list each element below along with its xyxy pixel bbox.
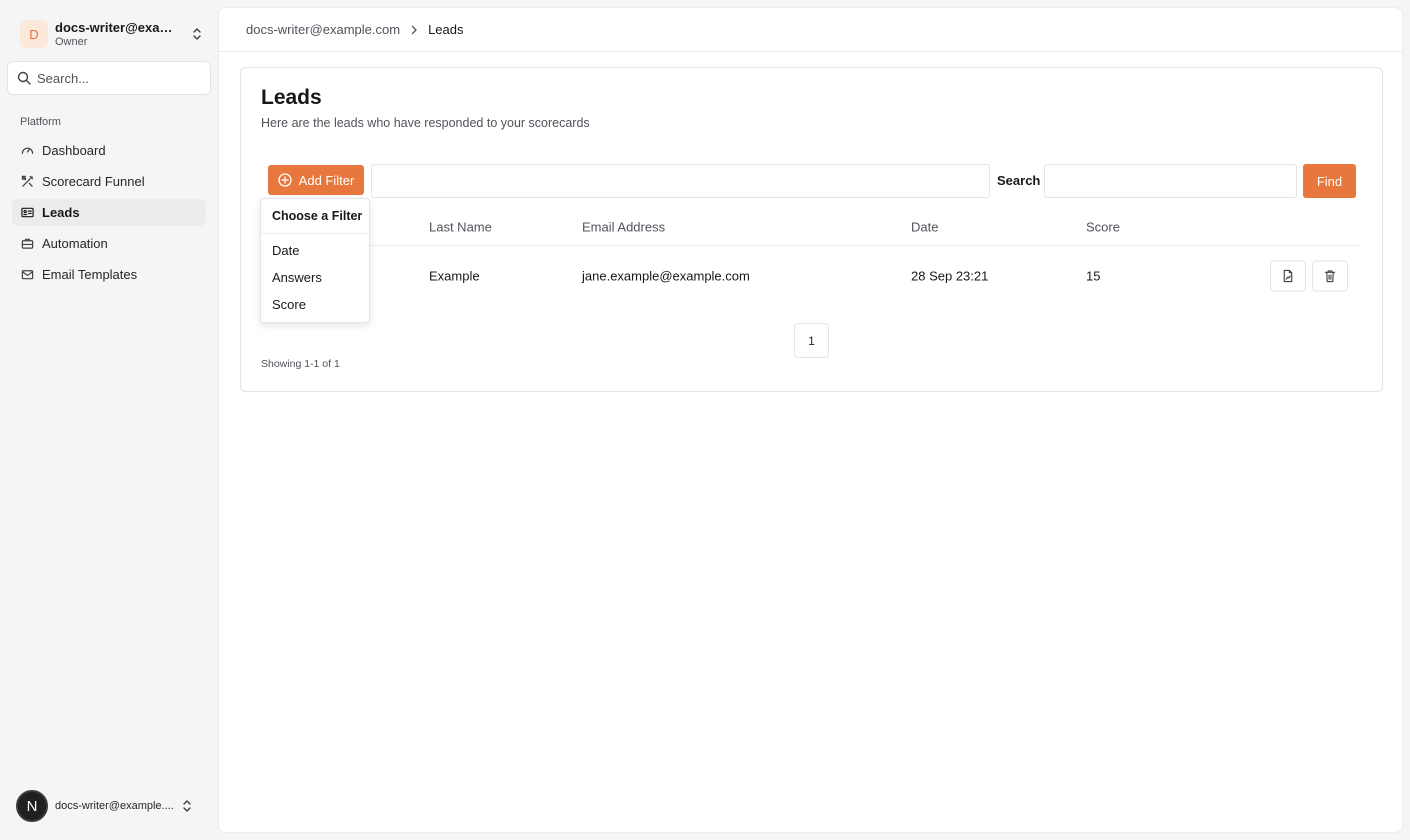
- find-button[interactable]: Find: [1303, 164, 1356, 198]
- filter-option-answers[interactable]: Answers: [261, 264, 369, 291]
- column-header-date[interactable]: Date: [911, 220, 938, 235]
- filter-options: Date Answers Score: [261, 234, 369, 318]
- plus-circle-icon: [278, 173, 292, 187]
- main-panel: docs-writer@example.com Leads Leads Here…: [218, 7, 1403, 833]
- org-role: Owner: [55, 35, 88, 48]
- filter-dropdown: Choose a Filter Date Answers Score: [260, 198, 370, 323]
- avatar: N: [16, 790, 48, 822]
- page-title: Leads: [261, 86, 322, 109]
- breadcrumb-parent[interactable]: docs-writer@example.com: [246, 22, 400, 37]
- trash-icon: [1324, 270, 1336, 283]
- gauge-icon: [21, 147, 34, 154]
- sidebar-item-label: Automation: [42, 236, 108, 251]
- delete-button[interactable]: [1312, 260, 1348, 292]
- filter-option-date[interactable]: Date: [261, 237, 369, 264]
- add-filter-label: Add Filter: [298, 172, 355, 188]
- tools-icon: [21, 175, 34, 187]
- cell-score: 15: [1086, 268, 1101, 284]
- cell-last-name: Example: [429, 268, 480, 284]
- sidebar-item-automation[interactable]: Automation: [12, 230, 206, 257]
- chevrons-up-down-icon: [193, 28, 201, 40]
- sidebar-item-email-templates[interactable]: Email Templates: [12, 261, 206, 288]
- sidebar-item-label: Email Templates: [42, 267, 138, 282]
- chevrons-up-down-icon: [183, 800, 191, 812]
- leads-table: Last Name Email Address Date Score Examp…: [261, 209, 1361, 306]
- column-header-email[interactable]: Email Address: [582, 220, 665, 235]
- sidebar-nav: Dashboard Scorecard Funnel Leads Automat…: [12, 137, 206, 292]
- org-switcher[interactable]: D docs-writer@exam... Owner: [12, 14, 208, 54]
- chevron-right-icon: [410, 25, 418, 35]
- filter-toolbar: Add Filter Search Find: [267, 163, 1357, 199]
- filter-dropdown-title: Choose a Filter: [261, 199, 369, 234]
- sidebar-item-label: Dashboard: [42, 143, 106, 158]
- breadcrumb-current: Leads: [428, 22, 464, 37]
- breadcrumb: docs-writer@example.com Leads: [219, 8, 1402, 52]
- sidebar-item-label: Scorecard Funnel: [42, 174, 145, 189]
- sidebar-item-dashboard[interactable]: Dashboard: [12, 137, 206, 164]
- sidebar-search[interactable]: [7, 61, 211, 95]
- view-report-button[interactable]: [1270, 260, 1306, 292]
- mail-icon: [21, 270, 34, 280]
- nav-group-label: Platform: [20, 116, 61, 128]
- column-header-score[interactable]: Score: [1086, 220, 1120, 235]
- file-chart-icon: [1283, 269, 1293, 283]
- page-description: Here are the leads who have responded to…: [261, 116, 590, 130]
- table-header: Last Name Email Address Date Score: [261, 209, 1361, 246]
- user-menu[interactable]: N docs-writer@example....: [12, 789, 208, 823]
- search-input[interactable]: [1044, 164, 1297, 198]
- sidebar-item-label: Leads: [42, 205, 80, 220]
- cell-date: 28 Sep 23:21: [911, 268, 989, 284]
- pagination-page-1[interactable]: 1: [794, 323, 829, 358]
- leads-card: Leads Here are the leads who have respon…: [240, 67, 1383, 392]
- column-header-last-name[interactable]: Last Name: [429, 220, 492, 235]
- search-label: Search: [997, 173, 1041, 188]
- org-name: docs-writer@exam...: [55, 20, 181, 34]
- active-filters-field[interactable]: [371, 164, 990, 198]
- add-filter-button[interactable]: Add Filter: [268, 165, 364, 195]
- org-avatar: D: [20, 20, 48, 48]
- user-name: docs-writer@example....: [55, 800, 174, 812]
- contact-card-icon: [21, 207, 34, 218]
- org-info: docs-writer@exam... Owner: [55, 21, 181, 48]
- sidebar: D docs-writer@exam... Owner Platform Das…: [0, 0, 218, 840]
- sidebar-item-leads[interactable]: Leads: [12, 199, 206, 226]
- sidebar-item-scorecard-funnel[interactable]: Scorecard Funnel: [12, 168, 206, 195]
- cell-email: jane.example@example.com: [582, 268, 750, 284]
- table-row[interactable]: Example jane.example@example.com 28 Sep …: [261, 246, 1361, 306]
- sidebar-search-input[interactable]: [37, 70, 197, 86]
- search-icon: [17, 71, 31, 85]
- pagination-summary: Showing 1-1 of 1: [261, 358, 340, 370]
- filter-option-score[interactable]: Score: [261, 291, 369, 318]
- briefcase-icon: [21, 238, 34, 249]
